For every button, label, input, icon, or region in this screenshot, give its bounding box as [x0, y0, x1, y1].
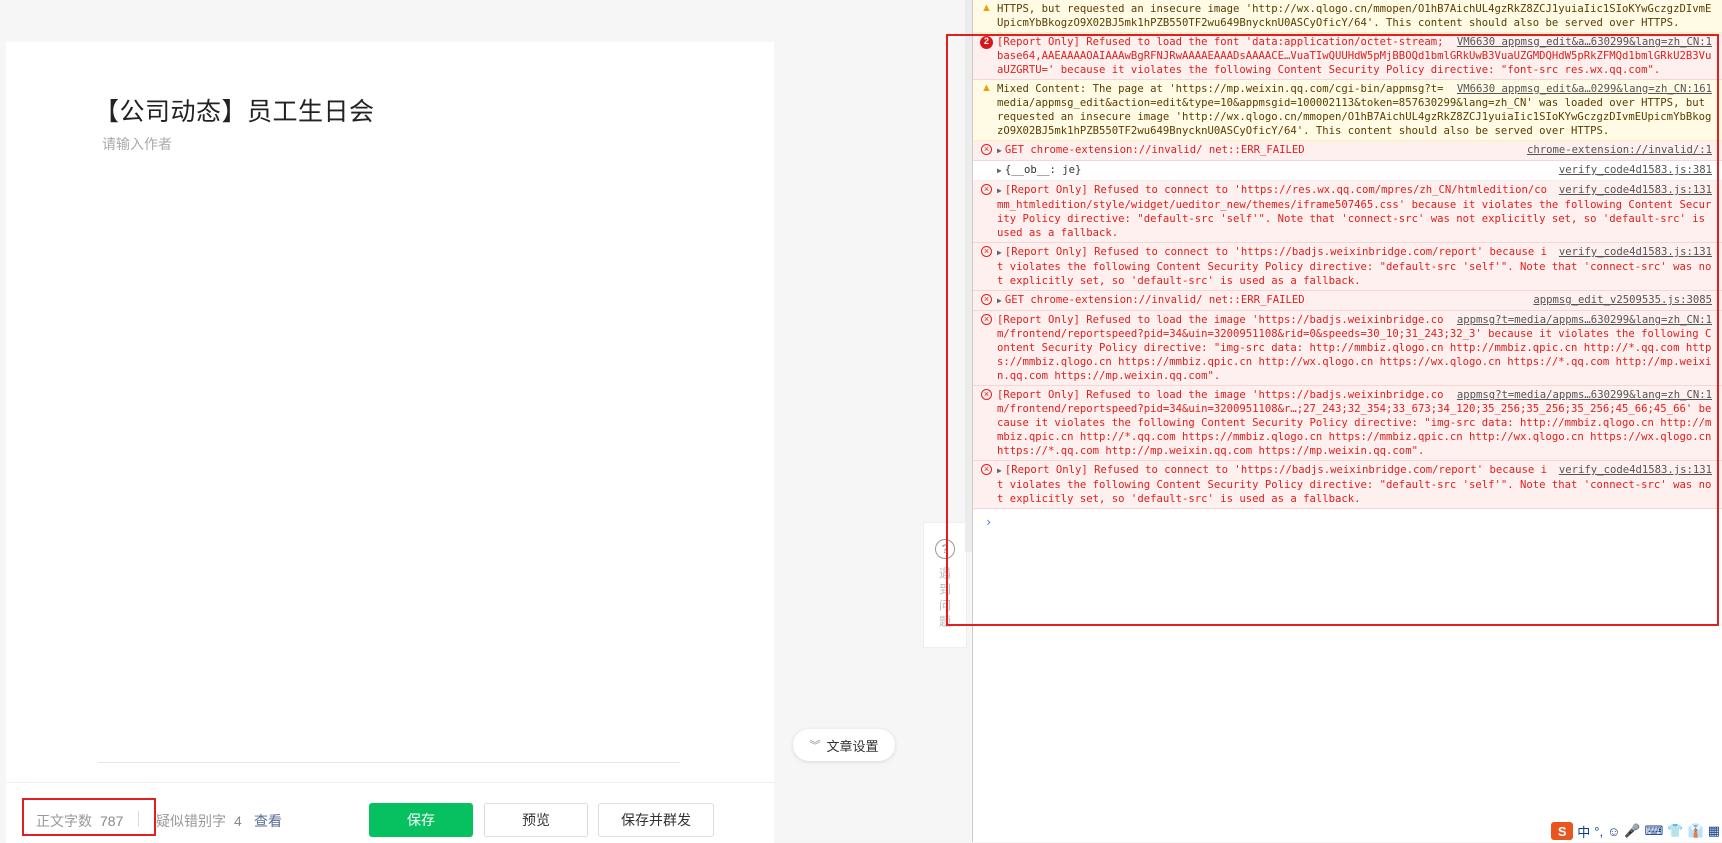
console-source-link[interactable]: chrome-extension://invalid/:1	[1527, 143, 1712, 157]
console-message-error[interactable]: × appmsg?t=media/appms…630299&lang=zh_CN:…	[973, 311, 1722, 386]
article-settings-label: 文章设置	[826, 738, 879, 754]
console-message-error[interactable]: × chrome-extension://invalid/:1 ▶ GET chrom…	[973, 141, 1722, 161]
console-message-error[interactable]: × appmsg?t=media/appms…630299&lang=zh_CN:…	[973, 386, 1722, 461]
expand-arrow-icon[interactable]: ▶	[997, 146, 1002, 155]
error-icon: ×	[981, 314, 992, 325]
console-message-error[interactable]: × verify_code4d1583.js:131 ▶ [Report Only] …	[973, 243, 1722, 291]
console-source-link[interactable]: verify_code4d1583.js:381	[1558, 163, 1712, 177]
wordcount-value: 787	[100, 813, 124, 829]
expand-arrow-icon[interactable]: ▶	[997, 296, 1002, 305]
punctuation-mode[interactable]: °,	[1594, 824, 1603, 839]
question-icon: ?	[935, 539, 955, 559]
console-message-text: GET chrome-extension://invalid/ net::ERR…	[1004, 144, 1305, 156]
console-source-link[interactable]: VM6630 appmsg_edit&a…0299&lang=zh_CN:161	[1456, 82, 1712, 96]
error-icon: ×	[981, 246, 992, 257]
save-and-publish-button[interactable]: 保存并群发	[598, 803, 714, 837]
console-message-error[interactable]: × verify_code4d1583.js:131 ▶ [Report Only] …	[973, 461, 1722, 509]
console-message-text: HTTPS, but requested an insecure image '…	[997, 3, 1712, 29]
typo-count: 疑似错别字 4	[156, 811, 242, 831]
wordcount: 正文字数 787	[36, 811, 123, 831]
console-message-warn[interactable]: ▲ HTTPS, but requested an insecure image …	[973, 0, 1722, 33]
ime-mode[interactable]: 中	[1577, 822, 1590, 841]
devtools-console: ▲ HTTPS, but requested an insecure image …	[973, 0, 1722, 842]
console-resize-edge[interactable]	[965, 0, 972, 552]
warning-icon: ▲	[981, 2, 992, 14]
save-button[interactable]: 保存	[369, 803, 473, 837]
help-label: 遇到问题	[937, 567, 952, 631]
console-source-link[interactable]: verify_code4d1583.js:131	[1558, 245, 1712, 259]
expand-arrow-icon[interactable]: ▶	[997, 466, 1002, 475]
system-tray: S 中 °, ☺ 🎤 ⌨ 👕 👔 ▦	[1547, 820, 1722, 842]
console-message-error[interactable]: × verify_code4d1583.js:131 ▶ [Report Only] …	[973, 181, 1722, 243]
skin-icon[interactable]: 👕	[1667, 823, 1683, 839]
console-source-link[interactable]: verify_code4d1583.js:131	[1558, 183, 1712, 197]
error-icon: ×	[981, 464, 992, 475]
console-message-error[interactable]: 2 VM6630 appmsg_edit&a…630299&lang=zh_CN:…	[973, 33, 1722, 80]
warning-icon: ▲	[981, 82, 992, 94]
console-source-link[interactable]: verify_code4d1583.js:131	[1558, 463, 1712, 477]
help-tab[interactable]: ? 遇到问题	[923, 522, 967, 648]
expand-arrow-icon[interactable]: ▶	[997, 166, 1002, 175]
typo-label: 疑似错别字	[156, 813, 226, 829]
console-source-link[interactable]: appmsg?t=media/appms…630299&lang=zh_CN:1	[1456, 388, 1712, 402]
grid-icon[interactable]: ▦	[1708, 823, 1720, 839]
expand-arrow-icon[interactable]: ▶	[997, 248, 1002, 257]
content-divider	[98, 762, 680, 763]
console-messages: ▲ HTTPS, but requested an insecure image …	[973, 0, 1722, 509]
error-icon: ×	[981, 144, 992, 155]
article-settings-button[interactable]: ︾ 文章设置	[793, 729, 895, 761]
error-icon: ×	[981, 294, 992, 305]
console-prompt[interactable]: ›	[973, 509, 1722, 529]
error-count-badge: 2	[980, 36, 993, 49]
editor-pane: 【公司动态】员工生日会 ︾ 文章设置 ? 遇到问题 正文字数 787 疑似错别字 4…	[0, 0, 972, 843]
author-input[interactable]	[100, 135, 404, 153]
console-source-link[interactable]: appmsg_edit_v2509535.js:3085	[1533, 293, 1712, 307]
console-source-link[interactable]: VM6630 appmsg_edit&a…630299&lang=zh_CN:1	[1456, 35, 1712, 49]
emoji-icon[interactable]: ☺	[1607, 824, 1620, 839]
article-title[interactable]: 【公司动态】员工生日会	[94, 92, 375, 128]
error-icon: ×	[981, 389, 992, 400]
preview-button[interactable]: 预览	[484, 803, 588, 837]
console-message-error[interactable]: × appmsg_edit_v2509535.js:3085 ▶ GET chrome…	[973, 291, 1722, 311]
sogou-ime-icon[interactable]: S	[1551, 822, 1574, 840]
console-source-link[interactable]: appmsg?t=media/appms…630299&lang=zh_CN:1	[1456, 313, 1712, 327]
error-icon: ×	[981, 184, 992, 195]
console-message-plain[interactable]: verify_code4d1583.js:381 ▶ {__ob__: je}	[973, 161, 1722, 181]
microphone-icon[interactable]: 🎤	[1624, 823, 1640, 839]
console-message-text: GET chrome-extension://invalid/ net::ERR…	[1004, 294, 1305, 306]
keyboard-icon[interactable]: ⌨	[1645, 823, 1664, 839]
typo-value: 4	[234, 813, 242, 829]
wordcount-label: 正文字数	[36, 813, 92, 829]
expand-arrow-icon[interactable]: ▶	[997, 186, 1002, 195]
console-message-warn[interactable]: ▲ VM6630 appmsg_edit&a…0299&lang=zh_CN:16…	[973, 80, 1722, 141]
console-message-text: {__ob__: je}	[1004, 164, 1082, 176]
divider	[138, 811, 139, 827]
typo-view-link[interactable]: 查看	[254, 811, 282, 831]
chevron-down-icon: ︾	[809, 740, 821, 752]
bottom-bar: 正文字数 787 疑似错别字 4 查看 保存 预览 保存并群发	[6, 782, 774, 843]
editor-card	[6, 42, 774, 842]
toolbox-icon[interactable]: 👔	[1688, 823, 1704, 839]
